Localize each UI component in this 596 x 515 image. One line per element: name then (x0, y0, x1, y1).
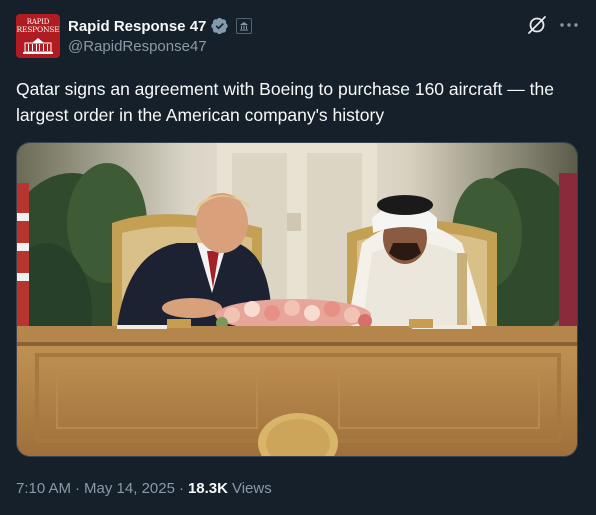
more-options-icon[interactable] (558, 14, 580, 36)
display-name[interactable]: Rapid Response 47 (68, 18, 206, 35)
tweet-text: Qatar signs an agreement with Boeing to … (16, 79, 554, 125)
tweet-metadata: 7:10 AM · May 14, 2025 · 18.3K Views (16, 480, 272, 497)
account-name-row: Rapid Response 47 (68, 16, 253, 36)
tweet-media-image[interactable] (16, 142, 578, 457)
separator: · (75, 480, 81, 497)
views-label: Views (231, 480, 272, 497)
account-handle[interactable]: @RapidResponse47 (68, 38, 207, 55)
tweet-date[interactable]: May 14, 2025 (84, 480, 175, 497)
separator: · (178, 480, 184, 497)
views-count: 18.3K (187, 480, 228, 497)
avatar[interactable]: RAPID RESPONSE (16, 14, 60, 58)
white-house-icon (23, 38, 53, 54)
signing-ceremony-photo (17, 143, 577, 456)
avatar-text-line2: RESPONSE (16, 25, 60, 34)
grok-icon[interactable] (527, 15, 547, 35)
verified-badge-icon[interactable] (211, 17, 229, 35)
government-affiliation-icon[interactable] (236, 18, 253, 34)
tweet-time[interactable]: 7:10 AM (16, 480, 71, 497)
